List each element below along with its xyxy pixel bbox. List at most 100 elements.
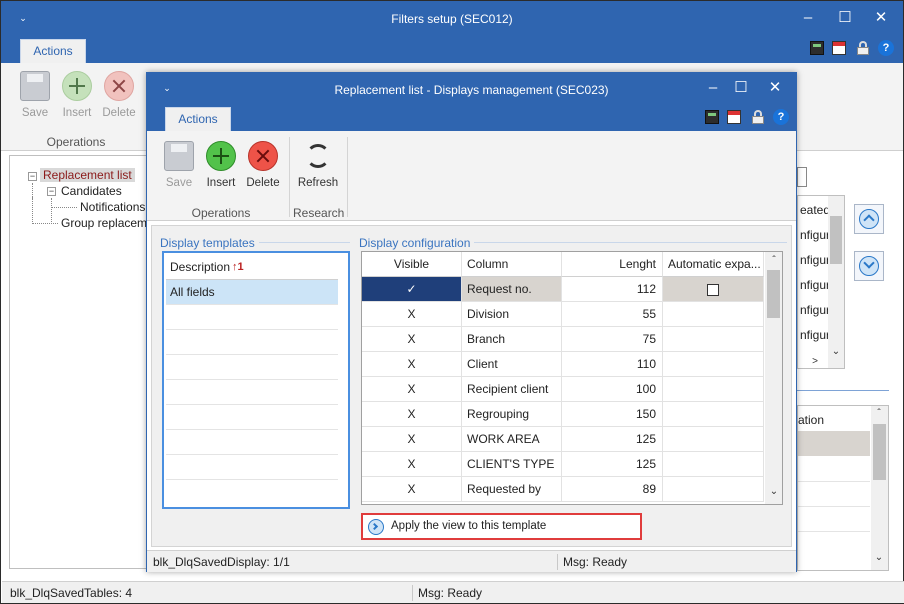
cell-column[interactable]: Branch <box>462 327 562 352</box>
maximize-icon[interactable]: ☐ <box>727 77 755 99</box>
outer-save-button[interactable]: Save <box>11 71 59 119</box>
cell-visible[interactable]: ✓ <box>362 277 462 302</box>
scrollbar-thumb[interactable] <box>830 216 842 264</box>
outer-window-title: Filters setup (SEC012) <box>391 12 513 26</box>
right-divider <box>797 390 889 391</box>
minimize-icon[interactable]: – <box>794 7 822 29</box>
cell-visible[interactable]: X <box>362 377 462 402</box>
inner-tab-actions[interactable]: Actions <box>165 107 231 131</box>
tree-item-candidates[interactable]: Candidates <box>61 184 122 198</box>
template-row-selected[interactable]: All fields <box>166 280 338 305</box>
cell-auto-expand[interactable] <box>663 402 764 427</box>
scrollbar-thumb[interactable] <box>873 424 886 480</box>
calculator-icon[interactable] <box>705 110 719 124</box>
cell-length[interactable]: 75 <box>562 327 663 352</box>
cell-length[interactable]: 100 <box>562 377 663 402</box>
outer-insert-button[interactable]: Insert <box>53 71 101 119</box>
outer-tab-actions[interactable]: Actions <box>20 39 86 63</box>
right-search-input[interactable] <box>797 167 807 187</box>
cell-auto-expand[interactable] <box>663 377 764 402</box>
cell-length[interactable]: 89 <box>562 477 663 502</box>
templates-header[interactable]: Description ↑1 <box>166 255 338 280</box>
help-icon[interactable]: ? <box>773 109 789 125</box>
cell-visible[interactable]: X <box>362 402 462 427</box>
close-icon[interactable]: ✕ <box>867 7 895 29</box>
cell-auto-expand[interactable] <box>663 327 764 352</box>
move-up-button[interactable] <box>854 204 884 234</box>
cell-column[interactable]: Client <box>462 352 562 377</box>
tree-item-notifications[interactable]: Notifications <box>80 200 145 214</box>
lock-icon[interactable] <box>751 110 765 124</box>
cell-column[interactable]: Request no. <box>462 277 562 302</box>
lock-icon[interactable] <box>856 41 870 55</box>
inner-save-button[interactable]: Save <box>155 141 203 189</box>
maximize-icon[interactable]: ☐ <box>831 7 859 29</box>
scroll-up-icon[interactable]: ˆ <box>872 408 886 419</box>
save-icon <box>164 141 194 171</box>
scrollbar-thumb[interactable] <box>767 270 780 318</box>
cell-auto-expand[interactable] <box>663 452 764 477</box>
list-item[interactable]: nfigur <box>800 273 830 298</box>
minimize-icon[interactable]: – <box>699 77 727 99</box>
list-item[interactable]: nfigur <box>800 248 830 273</box>
cell-column[interactable]: Recipient client <box>462 377 562 402</box>
list-item[interactable] <box>798 431 870 456</box>
cell-length[interactable]: 110 <box>562 352 663 377</box>
cell-auto-expand[interactable] <box>663 277 764 302</box>
cell-column[interactable]: Regrouping <box>462 402 562 427</box>
cell-length[interactable]: 125 <box>562 427 663 452</box>
calendar-icon[interactable] <box>727 110 741 124</box>
collapse-icon[interactable]: − <box>47 187 56 196</box>
cell-visible[interactable]: X <box>362 352 462 377</box>
inner-insert-button[interactable]: Insert <box>197 141 245 189</box>
col-header-auto-expand[interactable]: Automatic expa... <box>663 252 764 277</box>
inner-refresh-button[interactable]: Refresh <box>293 141 343 189</box>
collapse-icon[interactable]: − <box>28 172 37 181</box>
cell-length[interactable]: 150 <box>562 402 663 427</box>
list-item[interactable]: nfigur <box>800 223 830 248</box>
cell-visible[interactable]: X <box>362 302 462 327</box>
cell-column[interactable]: Division <box>462 302 562 327</box>
cell-auto-expand[interactable] <box>663 477 764 502</box>
col-header-length[interactable]: Lenght <box>562 252 663 277</box>
list-item[interactable]: nfigur <box>800 298 830 323</box>
cell-auto-expand[interactable] <box>663 427 764 452</box>
move-down-button[interactable] <box>854 251 884 281</box>
scroll-down-icon[interactable]: ⌄ <box>829 346 843 357</box>
cell-column[interactable]: WORK AREA <box>462 427 562 452</box>
cell-auto-expand[interactable] <box>663 302 764 327</box>
cell-visible[interactable]: X <box>362 427 462 452</box>
calendar-icon[interactable] <box>832 41 846 55</box>
cell-length[interactable]: 125 <box>562 452 663 477</box>
cell-length[interactable]: 112 <box>562 277 663 302</box>
cell-visible[interactable]: X <box>362 477 462 502</box>
cell-length[interactable]: 55 <box>562 302 663 327</box>
scroll-down-icon[interactable]: ⌄ <box>767 486 781 497</box>
template-row-empty <box>166 455 338 480</box>
inner-group-research: Research <box>293 206 345 220</box>
col-header-column[interactable]: Column <box>462 252 562 277</box>
list-item[interactable]: nfigur <box>800 323 830 348</box>
outer-delete-button[interactable]: Delete <box>95 71 143 119</box>
cell-visible[interactable]: X <box>362 327 462 352</box>
list-item[interactable]: eated <box>800 198 830 223</box>
config-scrollbar[interactable]: ˆ ⌄ <box>765 252 782 504</box>
inner-delete-button[interactable]: Delete <box>239 141 287 189</box>
cell-visible[interactable]: X <box>362 452 462 477</box>
scroll-up-icon[interactable]: ˆ <box>767 255 781 266</box>
outer-title-bar: ⌄ Filters setup (SEC012) – ☐ ✕ <box>1 1 903 37</box>
auto-expand-checkbox[interactable] <box>707 283 719 296</box>
right-list-scrollbar[interactable]: ⌄ <box>828 196 844 368</box>
apply-view-button[interactable]: Apply the view to this template <box>361 513 642 540</box>
help-icon[interactable]: ? <box>878 40 894 56</box>
col-header-visible[interactable]: Visible <box>362 252 462 277</box>
scroll-right-arrow[interactable]: > <box>808 356 822 367</box>
scroll-down-icon[interactable]: ⌄ <box>872 552 886 563</box>
cell-column[interactable]: CLIENT'S TYPE <box>462 452 562 477</box>
calculator-icon[interactable] <box>810 41 824 55</box>
tree-item-replacement-list[interactable]: Replacement list <box>40 168 135 182</box>
cell-column[interactable]: Requested by <box>462 477 562 502</box>
right-list-2-scrollbar[interactable]: ˆ ⌄ <box>871 406 888 570</box>
close-icon[interactable]: ✕ <box>761 77 789 99</box>
cell-auto-expand[interactable] <box>663 352 764 377</box>
